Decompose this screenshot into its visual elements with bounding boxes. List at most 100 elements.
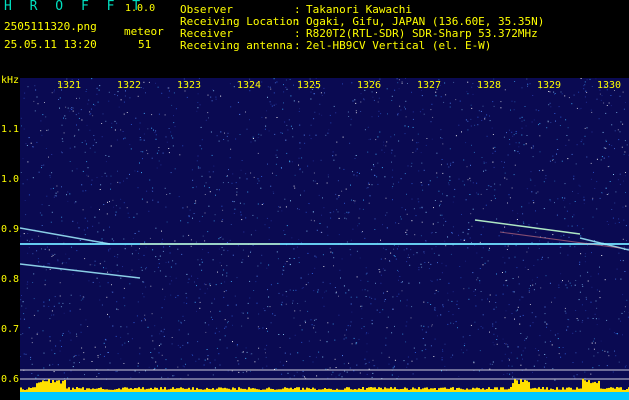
signal-level-bar <box>472 387 474 392</box>
signal-level-bar <box>350 389 352 392</box>
signal-level-bar <box>568 387 570 392</box>
signal-level-bar <box>388 388 390 392</box>
signal-level-bar <box>600 388 602 392</box>
signal-level-bar <box>364 389 366 392</box>
signal-level-bar <box>342 389 344 392</box>
signal-level-bar <box>26 389 28 392</box>
signal-level-bar <box>572 389 574 392</box>
meteor-count-label: meteor <box>124 25 164 38</box>
signal-level-bar <box>514 379 516 392</box>
signal-level-bar <box>498 389 500 392</box>
signal-level-bar <box>174 388 176 392</box>
signal-level-bar <box>22 389 24 392</box>
signal-level-bar <box>308 388 310 392</box>
signal-level-bar <box>492 389 494 392</box>
signal-level-bar <box>554 389 556 392</box>
signal-level-bar <box>238 387 240 392</box>
signal-level-bar <box>594 381 596 392</box>
signal-level-bar <box>202 389 204 392</box>
signal-level-bar <box>30 388 32 392</box>
signal-level-bar <box>426 387 428 392</box>
app-version: 1.0.0 <box>125 3 156 14</box>
signal-level-bar <box>98 388 100 392</box>
signal-level-bar <box>596 383 598 392</box>
signal-level-bar <box>124 387 126 392</box>
signal-level-bar <box>446 388 448 392</box>
signal-level-bar <box>486 389 488 392</box>
signal-level-bar <box>104 389 106 392</box>
signal-level-bar <box>130 388 132 392</box>
signal-level-bar <box>560 389 562 392</box>
signal-level-bar <box>526 380 528 392</box>
signal-level-bar <box>166 389 168 392</box>
signal-level-bar <box>598 380 600 392</box>
signal-level-bar <box>362 387 364 392</box>
signal-level-bar <box>156 387 158 392</box>
signal-level-bar <box>208 388 210 392</box>
signal-level-bar <box>590 383 592 392</box>
signal-level-bar <box>456 388 458 392</box>
signal-level-bar <box>134 388 136 392</box>
signal-level-bar <box>94 388 96 392</box>
signal-level-bar <box>440 387 442 392</box>
signal-level-bar <box>154 387 156 392</box>
signal-level-bar <box>366 388 368 392</box>
signal-level-bar <box>502 387 504 392</box>
signal-level-bar <box>162 389 164 392</box>
signal-level-bar <box>622 389 624 392</box>
signal-level-bar <box>478 388 480 392</box>
signal-level-bar <box>278 389 280 392</box>
signal-level-bar <box>126 387 128 392</box>
signal-level-bar <box>228 388 230 392</box>
signal-level-bar <box>84 389 86 392</box>
signal-level-bar <box>206 387 208 392</box>
signal-level-bar <box>272 389 274 392</box>
signal-level-bar <box>376 388 378 392</box>
time-tick: 1326 <box>357 80 382 91</box>
signal-level-bar <box>254 388 256 392</box>
signal-level-bar <box>136 388 138 392</box>
signal-level-bar <box>570 387 572 392</box>
signal-level-bar <box>352 389 354 392</box>
signal-level-bar <box>90 389 92 392</box>
signal-level-bar <box>298 387 300 392</box>
signal-level-bar <box>480 389 482 392</box>
signal-level-bar <box>72 387 74 392</box>
signal-level-bar <box>264 389 266 392</box>
signal-level-bar <box>280 389 282 392</box>
signal-level-bar <box>516 380 518 392</box>
signal-level-bar <box>240 388 242 392</box>
signal-level-bar <box>324 388 326 392</box>
signal-level-bar <box>236 389 238 392</box>
signal-level-bar <box>50 383 52 392</box>
signal-level-bar <box>500 387 502 392</box>
signal-level-bar <box>80 388 82 392</box>
signal-level-bar <box>442 387 444 392</box>
frequency-tick: 0.9 <box>1 224 20 235</box>
signal-level-bar <box>616 387 618 392</box>
signal-level-bar <box>116 389 118 392</box>
frequency-unit-label: kHz <box>1 75 20 86</box>
signal-level-bar <box>74 389 76 392</box>
signal-level-bar <box>108 389 110 392</box>
signal-level-bar <box>190 389 192 392</box>
signal-level-bar <box>332 389 334 392</box>
time-tick: 1325 <box>297 80 322 91</box>
signal-level-bar <box>62 380 64 392</box>
signal-level-bar <box>536 388 538 392</box>
signal-level-bar <box>248 387 250 392</box>
signal-level-bar <box>604 388 606 392</box>
signal-level-bar <box>148 388 150 392</box>
signal-level-bar <box>234 388 236 392</box>
signal-level-bar <box>164 387 166 392</box>
signal-level-bar <box>484 389 486 392</box>
signal-level-bar <box>118 388 120 392</box>
signal-level-bar <box>348 387 350 392</box>
signal-level-bar <box>582 378 584 392</box>
signal-level-bar <box>100 387 102 392</box>
signal-level-bar <box>610 387 612 392</box>
signal-level-bar <box>46 381 48 392</box>
signal-level-bar <box>64 380 66 392</box>
signal-level-bar <box>592 382 594 392</box>
signal-level-bar <box>246 389 248 392</box>
